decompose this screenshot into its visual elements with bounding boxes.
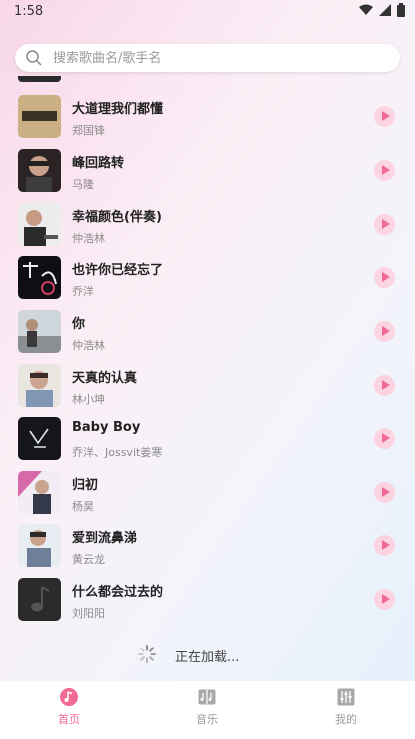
play-icon[interactable] <box>374 214 395 235</box>
play-icon[interactable] <box>374 482 395 503</box>
album-cover[interactable] <box>18 256 61 299</box>
album-cover[interactable] <box>18 95 61 138</box>
spinner-icon <box>138 645 156 663</box>
status-time: 1:58 <box>14 4 44 19</box>
play-icon[interactable] <box>374 428 395 449</box>
song-title[interactable]: 你 <box>72 313 85 332</box>
song-row[interactable]: 也许你已经忘了 乔洋 <box>0 256 415 310</box>
song-artist[interactable]: 乔洋、Jossvit姜寒 <box>72 444 162 460</box>
song-row[interactable]: Baby Boy 乔洋、Jossvit姜寒 <box>0 417 415 471</box>
song-list[interactable]: 大道理我们都懂 郑国锋 峰回路转 马隆 幸福颜色(伴奏) 仲浩林 也许你已经忘了… <box>0 76 415 662</box>
song-row[interactable]: 爱到流鼻涕 黄云龙 <box>0 524 415 578</box>
tab-music[interactable]: 音乐 <box>138 681 276 739</box>
song-row[interactable]: 你 仲浩林 <box>0 310 415 364</box>
album-cover[interactable] <box>18 203 61 246</box>
song-artist[interactable]: 林小坤 <box>72 391 105 407</box>
song-title[interactable]: 峰回路转 <box>72 152 124 171</box>
album-cover[interactable] <box>18 364 61 407</box>
song-title[interactable]: 什么都会过去的 <box>72 581 163 600</box>
search-bar[interactable] <box>15 44 400 72</box>
song-artist[interactable]: 马隆 <box>72 176 94 192</box>
partial-cover <box>18 76 61 82</box>
tab-bar: 首页 音乐 我的 <box>0 681 415 739</box>
song-title[interactable]: 也许你已经忘了 <box>72 259 163 278</box>
song-row[interactable]: 峰回路转 马隆 <box>0 149 415 203</box>
album-cover[interactable] <box>18 149 61 192</box>
album-cover[interactable] <box>18 471 61 514</box>
song-title[interactable]: 归初 <box>72 474 98 493</box>
album-cover[interactable] <box>18 310 61 353</box>
song-title[interactable]: 大道理我们都懂 <box>72 98 163 117</box>
tab-label: 音乐 <box>196 713 218 726</box>
tab-mine[interactable]: 我的 <box>277 681 415 739</box>
play-icon[interactable] <box>374 267 395 288</box>
song-artist[interactable]: 杨昊 <box>72 498 94 514</box>
music-note-icon <box>60 688 78 706</box>
song-row[interactable]: 大道理我们都懂 郑国锋 <box>0 95 415 149</box>
song-artist[interactable]: 仲浩林 <box>72 337 105 353</box>
tab-home[interactable]: 首页 <box>0 681 138 739</box>
tab-label: 我的 <box>335 713 357 726</box>
song-title[interactable]: 爱到流鼻涕 <box>72 527 137 546</box>
song-row[interactable]: 幸福颜色(伴奏) 仲浩林 <box>0 203 415 257</box>
loading-text: 正在加载... <box>175 650 240 665</box>
wifi-icon <box>359 4 373 15</box>
equalizer-icon <box>337 688 355 706</box>
song-artist[interactable]: 仲浩林 <box>72 230 105 246</box>
album-cover[interactable] <box>18 524 61 567</box>
signal-icon <box>379 4 391 16</box>
song-artist[interactable]: 郑国锋 <box>72 122 105 138</box>
song-row[interactable]: 天真的认真 林小坤 <box>0 364 415 418</box>
play-icon[interactable] <box>374 589 395 610</box>
play-icon[interactable] <box>374 160 395 181</box>
song-title[interactable]: 幸福颜色(伴奏) <box>72 206 162 225</box>
song-title[interactable]: Baby Boy <box>72 420 140 435</box>
search-input[interactable] <box>53 50 353 66</box>
song-artist[interactable]: 乔洋 <box>72 283 94 299</box>
song-row[interactable]: 归初 杨昊 <box>0 471 415 525</box>
music-book-icon <box>198 689 216 705</box>
song-row[interactable]: 什么都会过去的 刘阳阳 <box>0 578 415 632</box>
album-cover[interactable] <box>18 417 61 460</box>
status-bar: 1:58 <box>0 0 415 24</box>
status-icons <box>359 3 405 17</box>
battery-icon <box>397 3 405 17</box>
album-cover[interactable] <box>18 578 61 621</box>
song-artist[interactable]: 黄云龙 <box>72 551 105 567</box>
play-icon[interactable] <box>374 375 395 396</box>
search-icon <box>26 50 42 66</box>
tab-label: 首页 <box>58 713 80 726</box>
loading-indicator: 正在加载... <box>0 642 415 666</box>
play-icon[interactable] <box>374 106 395 127</box>
play-icon[interactable] <box>374 535 395 556</box>
song-title[interactable]: 天真的认真 <box>72 367 137 386</box>
song-artist[interactable]: 刘阳阳 <box>72 605 105 621</box>
play-icon[interactable] <box>374 321 395 342</box>
